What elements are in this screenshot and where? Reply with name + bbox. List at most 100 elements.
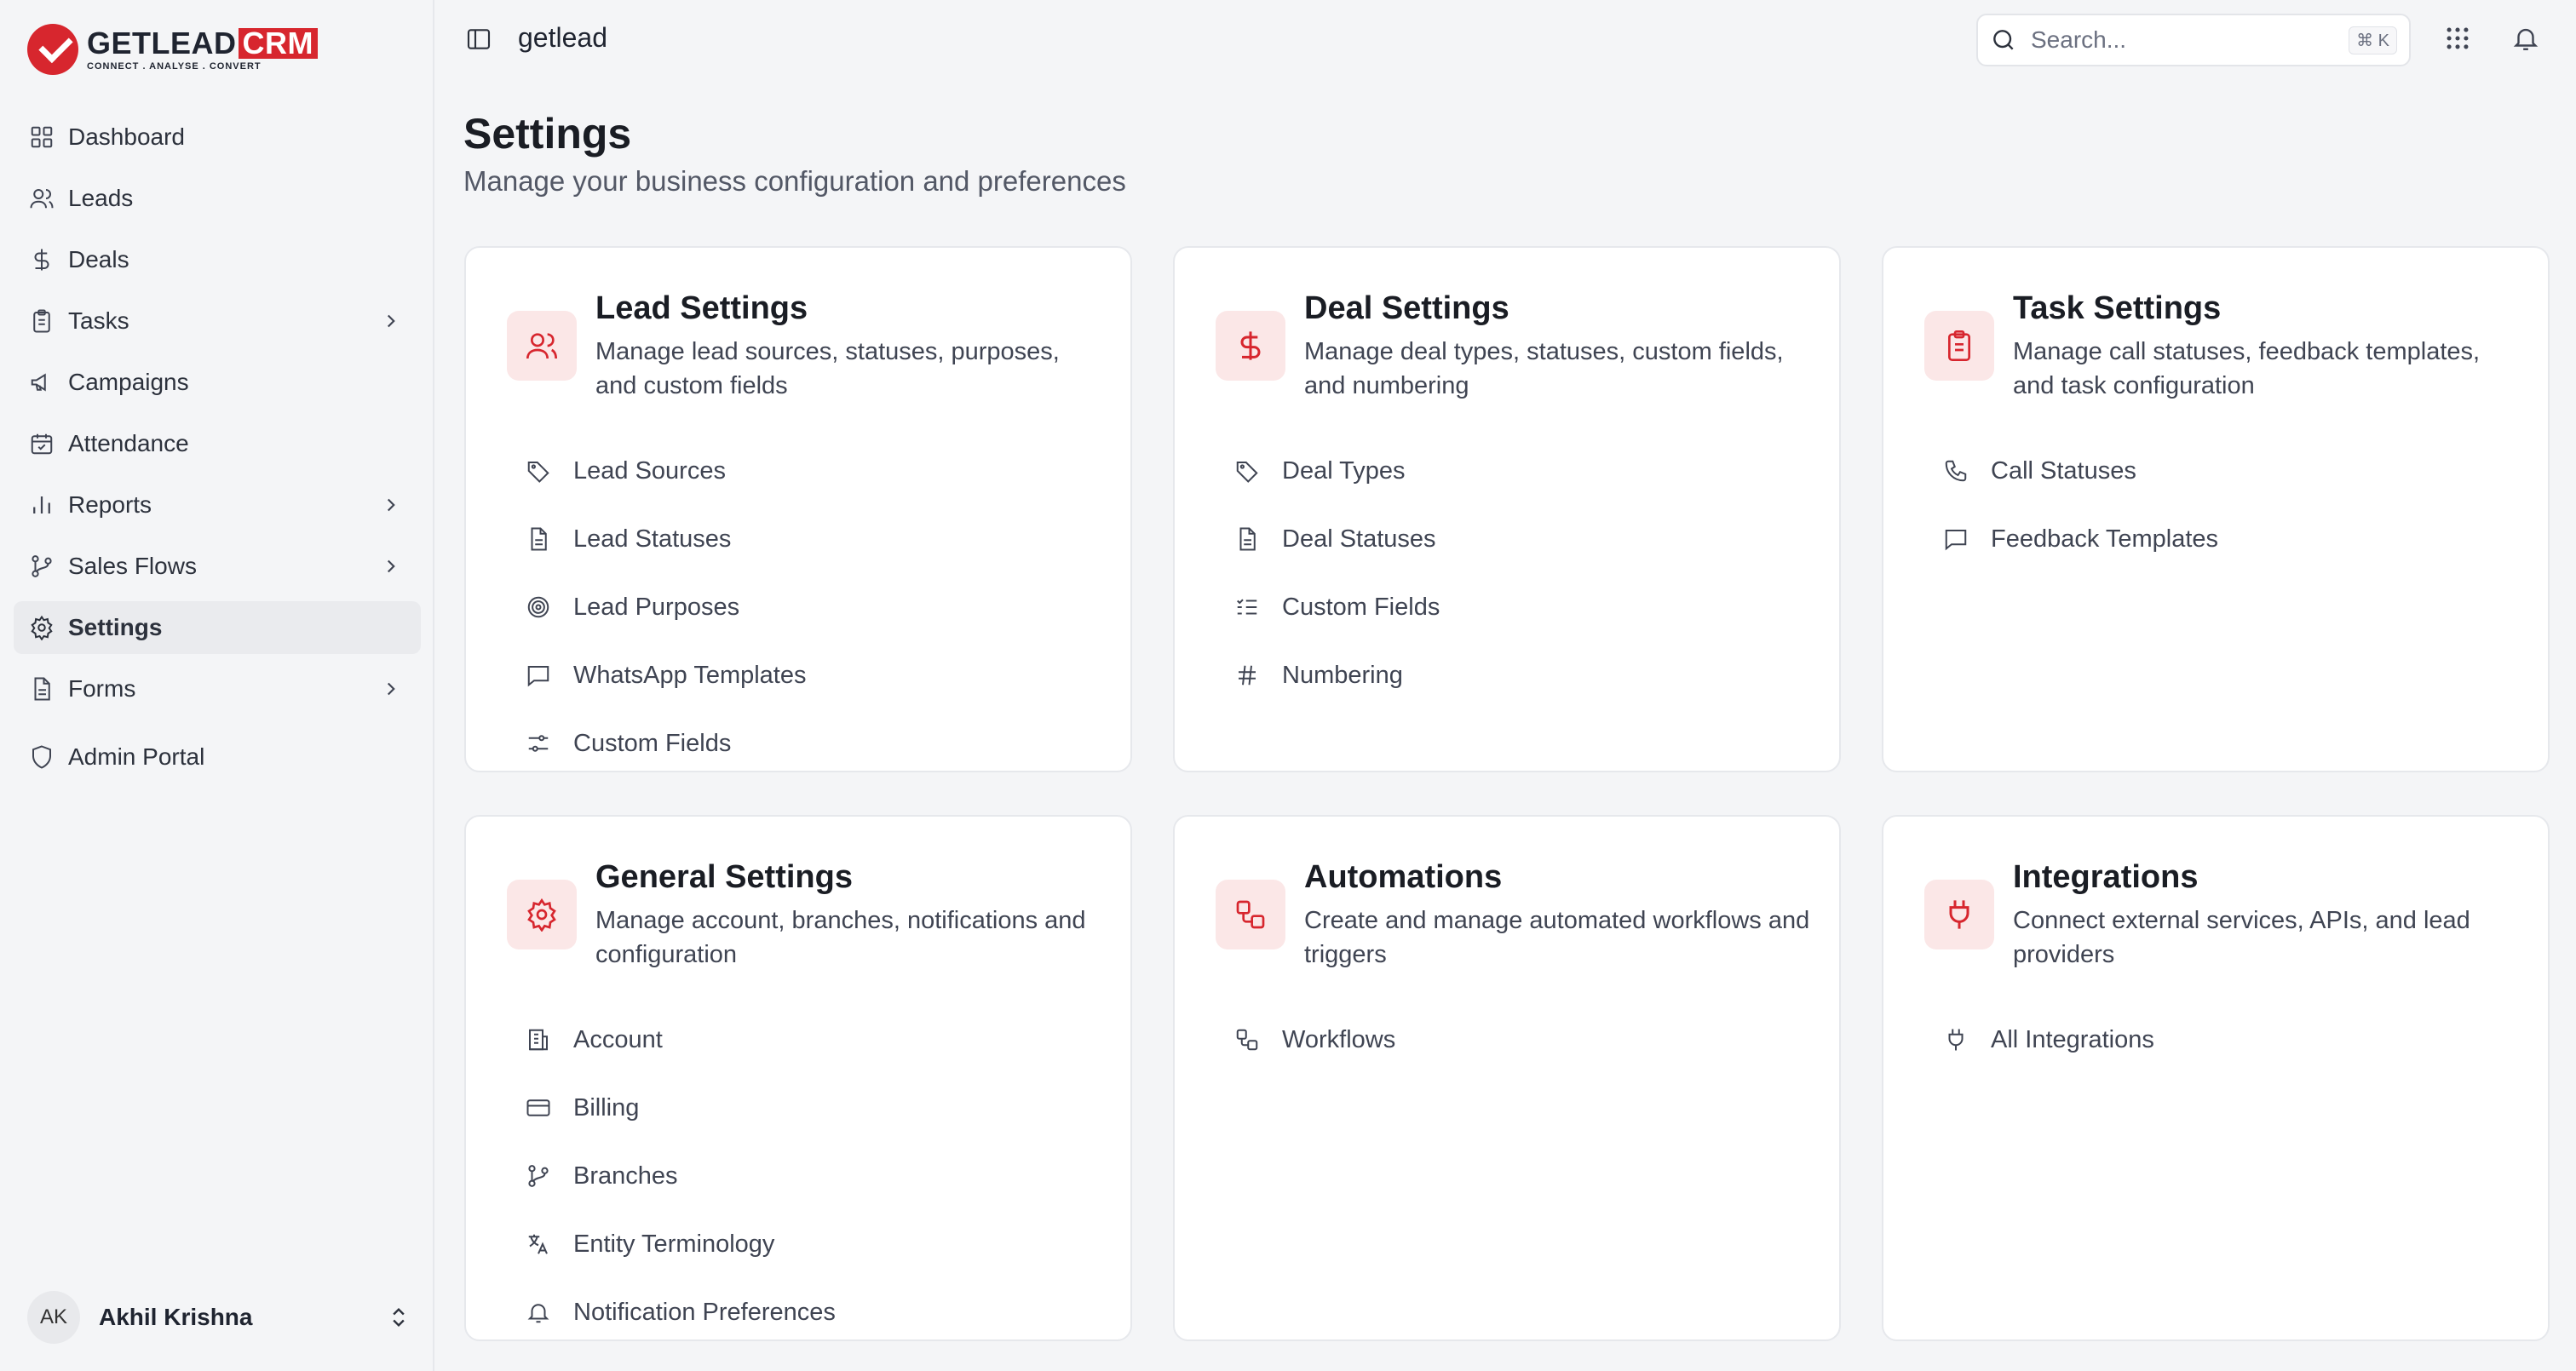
chevrons-up-down-icon <box>393 1308 405 1327</box>
chevron-right-icon[interactable] <box>380 678 402 700</box>
link-label: Custom Fields <box>573 729 732 757</box>
link-label: All Integrations <box>1991 1025 2154 1053</box>
chevron-right-icon[interactable] <box>380 494 402 516</box>
link-branches[interactable]: Branches <box>526 1142 1105 1210</box>
link-lead-sources[interactable]: Lead Sources <box>526 437 1105 505</box>
link-custom-fields[interactable]: Custom Fields <box>526 709 1105 777</box>
sidebar-item-attendance[interactable]: Attendance <box>14 417 421 470</box>
link-notification-preferences[interactable]: Notification Preferences <box>526 1278 1105 1346</box>
page-subtitle: Manage your business configuration and p… <box>463 165 1126 197</box>
link-label: Numbering <box>1282 661 1403 689</box>
sidebar-item-forms[interactable]: Forms <box>14 663 421 715</box>
link-label: Workflows <box>1282 1025 1396 1053</box>
link-label: Deal Statuses <box>1282 525 1436 553</box>
bell-icon <box>527 1304 549 1323</box>
workflow-icon <box>1236 1029 1258 1051</box>
link-label: Feedback Templates <box>1991 525 2219 553</box>
workspace-name: getlead <box>518 22 607 53</box>
link-label: Branches <box>573 1162 678 1190</box>
link-deal-types[interactable]: Deal Types <box>1234 437 1814 505</box>
sidebar-toggle-icon[interactable] <box>465 26 492 53</box>
workflow-icon <box>1216 880 1285 949</box>
link-label: Lead Sources <box>573 456 726 485</box>
tag-icon <box>1236 462 1258 483</box>
link-deal-custom-fields[interactable]: Custom Fields <box>1234 573 1814 641</box>
calendar-check-icon <box>31 433 53 455</box>
message-square-icon <box>1945 530 1967 551</box>
search-input[interactable]: Search... ⌘ K <box>1976 14 2411 66</box>
tag-icon <box>527 462 549 483</box>
sidebar-item-reports[interactable]: Reports <box>14 479 421 531</box>
task-settings-card: Task Settings Manage call statuses, feed… <box>1882 246 2550 772</box>
integrations-card: Integrations Connect external services, … <box>1882 815 2550 1341</box>
user-name: Akhil Krishna <box>99 1304 253 1330</box>
search-icon <box>1993 30 2014 50</box>
sidebar-item-label: Deals <box>68 246 129 272</box>
chevron-right-icon[interactable] <box>380 310 402 332</box>
link-label: Lead Purposes <box>573 593 740 621</box>
getlead-logo[interactable]: GETLEAD CRM CONNECT . ANALYSE . CONVERT <box>27 24 318 75</box>
link-label: WhatsApp Templates <box>573 661 807 689</box>
logo-brand: GETLEAD CRM <box>87 27 318 60</box>
link-deal-statuses[interactable]: Deal Statuses <box>1234 505 1814 573</box>
card-description: Manage call statuses, feedback templates… <box>2013 338 2481 399</box>
link-lead-statuses[interactable]: Lead Statuses <box>526 505 1105 573</box>
sidebar-nav: Dashboard Leads Deals Tasks Campaigns At… <box>14 111 421 792</box>
bell-icon[interactable] <box>2511 24 2540 53</box>
link-call-statuses[interactable]: Call Statuses <box>1943 437 2522 505</box>
sidebar-item-leads[interactable]: Leads <box>14 172 421 225</box>
shield-icon <box>32 745 51 769</box>
file-text-icon <box>34 677 50 701</box>
logo-tagline: CONNECT . ANALYSE . CONVERT <box>87 61 262 72</box>
card-title: Task Settings <box>2013 290 2222 326</box>
link-account[interactable]: Account <box>526 1006 1105 1074</box>
sidebar-item-label: Campaigns <box>68 369 189 395</box>
sidebar-item-dashboard[interactable]: Dashboard <box>14 111 421 163</box>
search-placeholder: Search... <box>2031 26 2127 53</box>
users-icon <box>507 311 577 381</box>
card-description: Connect external services, APIs, and lea… <box>2013 907 2470 968</box>
sidebar-item-label: Leads <box>68 185 134 211</box>
dollar-icon <box>34 249 49 271</box>
chevron-right-icon[interactable] <box>380 555 402 577</box>
link-label: Entity Terminology <box>573 1230 775 1258</box>
target-icon <box>527 596 549 618</box>
sidebar-item-tasks[interactable]: Tasks <box>14 295 421 347</box>
link-whatsapp-templates[interactable]: WhatsApp Templates <box>526 641 1105 709</box>
sidebar-item-deals[interactable]: Deals <box>14 233 421 286</box>
card-title: Automations <box>1304 859 1503 895</box>
user-menu[interactable]: AK Akhil Krishna <box>27 1290 411 1345</box>
card-title: Deal Settings <box>1304 290 1509 326</box>
link-feedback-templates[interactable]: Feedback Templates <box>1943 505 2522 573</box>
link-label: Account <box>573 1025 663 1053</box>
sidebar-item-campaigns[interactable]: Campaigns <box>14 356 421 409</box>
logo-crm-badge: CRM <box>238 28 318 59</box>
card-description: Create and manage automated workflows an… <box>1304 907 1810 968</box>
bar-chart-icon <box>33 496 50 513</box>
sidebar-item-label: Settings <box>68 614 163 640</box>
card-title: Integrations <box>2013 859 2199 895</box>
top-bar: getlead Search... ⌘ K <box>434 0 2576 80</box>
link-all-integrations[interactable]: All Integrations <box>1943 1006 2522 1074</box>
sidebar-item-label: Admin Portal <box>68 743 205 770</box>
link-entity-terminology[interactable]: Entity Terminology <box>526 1210 1105 1278</box>
plug-icon <box>1924 880 1994 949</box>
link-lead-purposes[interactable]: Lead Purposes <box>526 573 1105 641</box>
sidebar-item-label: Forms <box>68 675 136 702</box>
link-numbering[interactable]: Numbering <box>1234 641 1814 709</box>
link-label: Custom Fields <box>1282 593 1440 621</box>
link-label: Call Statuses <box>1991 456 2136 485</box>
general-settings-card: General Settings Manage account, branche… <box>464 815 1132 1341</box>
link-billing[interactable]: Billing <box>526 1074 1105 1142</box>
card-description: Manage deal types, statuses, custom fiel… <box>1304 338 1784 399</box>
logo-check-icon <box>27 24 78 75</box>
apps-grid-icon[interactable] <box>2443 24 2472 53</box>
card-description: Manage lead sources, statuses, purposes,… <box>595 338 1060 399</box>
sidebar-item-settings[interactable]: Settings <box>14 601 421 654</box>
link-workflows[interactable]: Workflows <box>1234 1006 1814 1074</box>
sidebar-item-sales-flows[interactable]: Sales Flows <box>14 540 421 593</box>
users-icon <box>30 189 54 209</box>
card-title: General Settings <box>595 859 853 895</box>
sidebar-item-admin-portal[interactable]: Admin Portal <box>14 731 421 783</box>
sidebar-item-label: Attendance <box>68 430 189 456</box>
